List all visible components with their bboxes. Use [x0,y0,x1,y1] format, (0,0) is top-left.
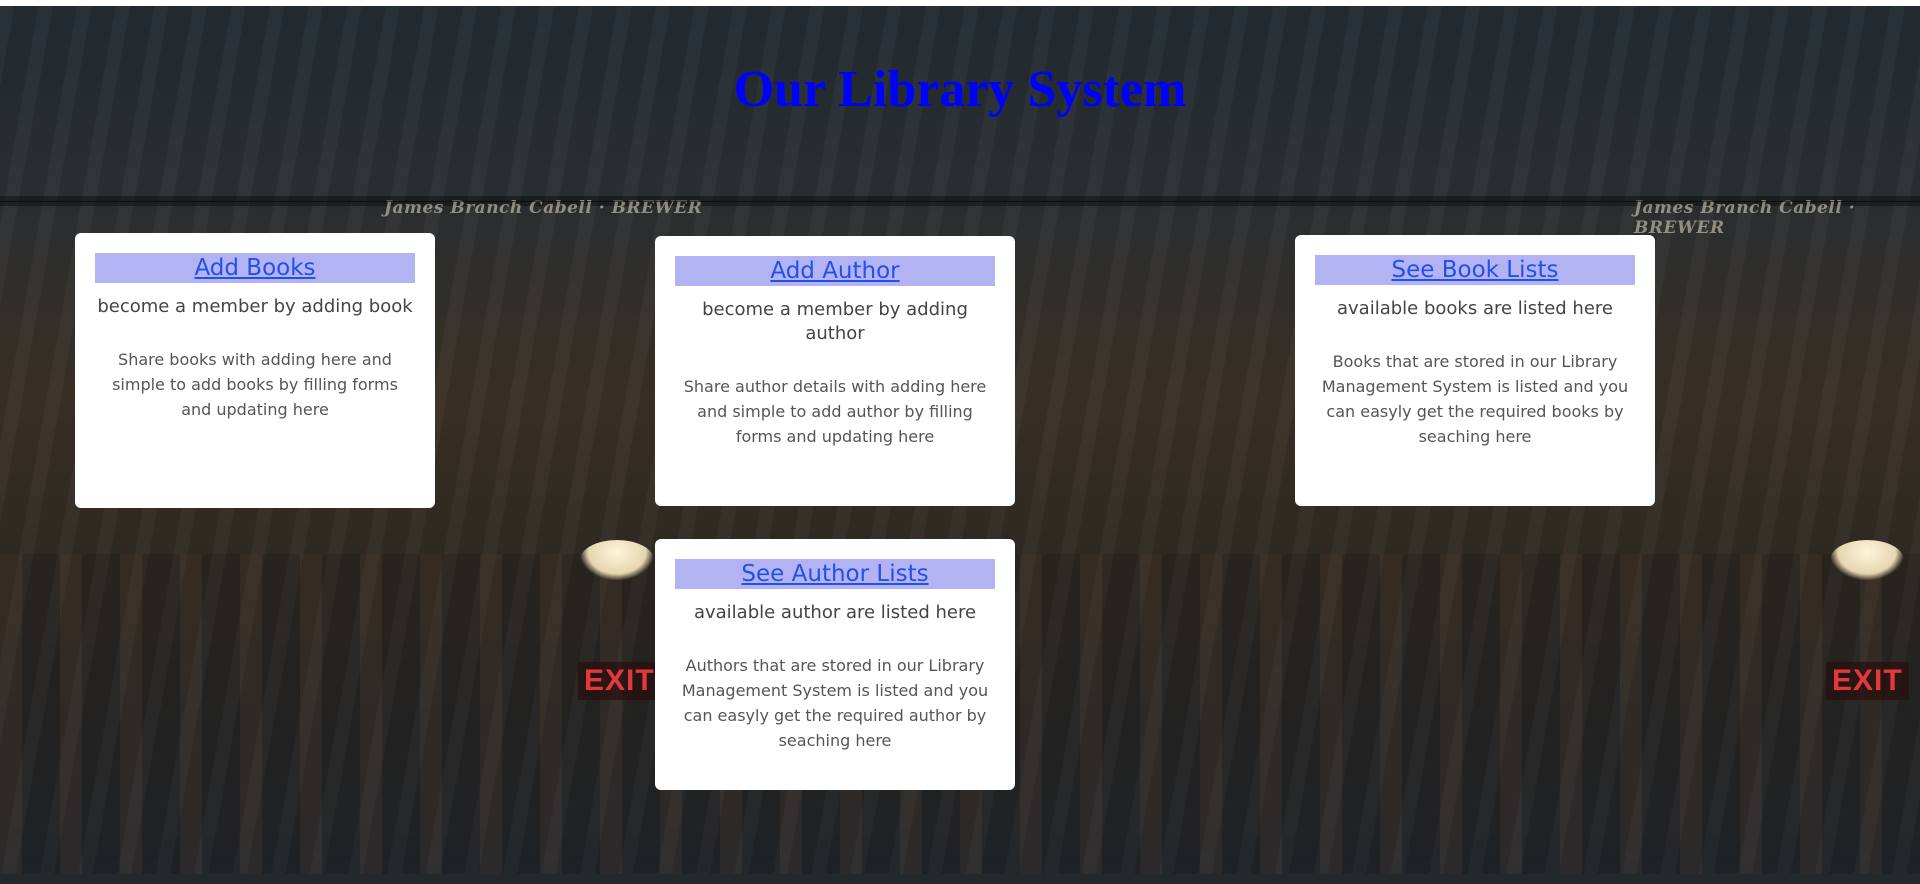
page-header: Our Library System [0,6,1920,202]
see-book-lists-subtitle: available books are listed here [1337,298,1613,319]
see-author-lists-description: Authors that are stored in our Library M… [681,656,989,750]
add-author-description: Share author details with adding here an… [683,377,987,446]
add-author-subtitle: become a member by adding author [702,299,968,344]
add-books-description: Share books with adding here and simple … [112,350,398,419]
background-exit-sign: EXIT [578,662,661,700]
see-author-lists-subtitle: available author are listed here [693,602,977,623]
see-author-lists-link[interactable]: See Author Lists [675,559,995,589]
add-books-card: Add Books become a member by adding book… [75,233,435,508]
page-title: Our Library System [733,61,1187,118]
see-author-lists-card: See Author Lists available author are li… [655,539,1015,790]
see-book-lists-link[interactable]: See Book Lists [1315,255,1635,285]
background-lamp [580,540,654,580]
background-lamp [1830,540,1904,580]
background-spine-text: James Branch Cabell · BREWER [1634,198,1856,238]
see-book-lists-card: See Book Lists available books are liste… [1295,235,1655,506]
add-author-link[interactable]: Add Author [675,256,995,286]
add-author-card: Add Author become a member by adding aut… [655,236,1015,506]
background-exit-sign: EXIT [1826,662,1909,700]
add-books-subtitle: become a member by adding book [97,296,413,317]
bottom-strip [0,874,1920,884]
add-books-link[interactable]: Add Books [95,253,415,283]
see-book-lists-description: Books that are stored in our Library Man… [1321,352,1629,446]
